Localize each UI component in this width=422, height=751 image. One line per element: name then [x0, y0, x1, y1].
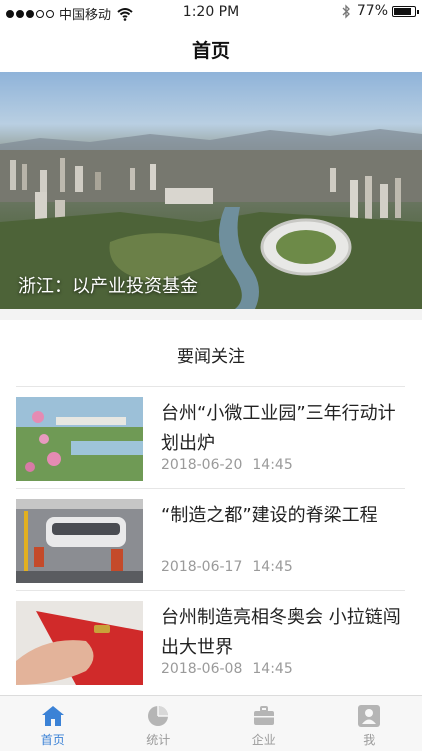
news-time: 14:45 [252, 559, 292, 575]
news-timestamp: 2018-06-08 14:45 [161, 661, 293, 677]
briefcase-icon [252, 704, 276, 728]
tab-label: 我 [317, 731, 422, 748]
status-bar: 中国移动 1:20 PM 77% [0, 0, 422, 24]
bluetooth-icon [341, 4, 351, 19]
news-time: 14:45 [252, 661, 292, 677]
tab-bar: 首页 统计 企业 我 [0, 695, 422, 751]
news-timestamp: 2018-06-20 14:45 [161, 457, 293, 473]
banner-caption: 浙江：以产业投资基金 [18, 272, 198, 298]
status-right: 77% [341, 3, 416, 19]
navigation-bar: 首页 [0, 24, 422, 73]
news-timestamp: 2018-06-17 14:45 [161, 559, 293, 575]
news-item[interactable]: “制造之都”建设的脊梁工程 2018-06-17 14:45 [16, 488, 405, 591]
section-title: 要闻关注 [0, 342, 422, 367]
user-icon [357, 704, 381, 728]
tab-home[interactable]: 首页 [0, 696, 106, 751]
news-item[interactable]: 台州“小微工业园”三年行动计划出炉 2018-06-20 14:45 [16, 386, 405, 489]
news-time: 14:45 [252, 457, 292, 473]
battery-icon [392, 6, 416, 17]
battery-percent: 77% [357, 3, 388, 19]
banner-carousel[interactable]: 浙江：以产业投资基金 [0, 72, 422, 309]
page-title: 首页 [0, 36, 422, 63]
news-item[interactable]: 台州制造亮相冬奥会 小拉链闯出大世界 2018-06-08 14:45 [16, 590, 405, 693]
tab-me[interactable]: 我 [317, 696, 422, 751]
news-headline: 台州“小微工业园”三年行动计划出炉 [161, 399, 405, 459]
news-headline: 台州制造亮相冬奥会 小拉链闯出大世界 [161, 603, 405, 663]
tab-enterprise[interactable]: 企业 [211, 696, 317, 751]
tab-label: 首页 [0, 731, 106, 748]
news-section: 要闻关注 台州“小微工业园”三年行动计划出炉 2018-06-20 14:45 [0, 320, 422, 695]
news-date: 2018-06-17 [161, 559, 242, 575]
news-date: 2018-06-20 [161, 457, 242, 473]
news-thumbnail [16, 397, 143, 481]
home-icon [41, 704, 65, 728]
tab-label: 统计 [106, 731, 212, 748]
news-date: 2018-06-08 [161, 661, 242, 677]
pie-chart-icon [146, 704, 170, 728]
tab-stats[interactable]: 统计 [106, 696, 212, 751]
news-headline: “制造之都”建设的脊梁工程 [161, 501, 405, 531]
news-thumbnail [16, 601, 143, 685]
news-thumbnail [16, 499, 143, 583]
tab-label: 企业 [211, 731, 317, 748]
